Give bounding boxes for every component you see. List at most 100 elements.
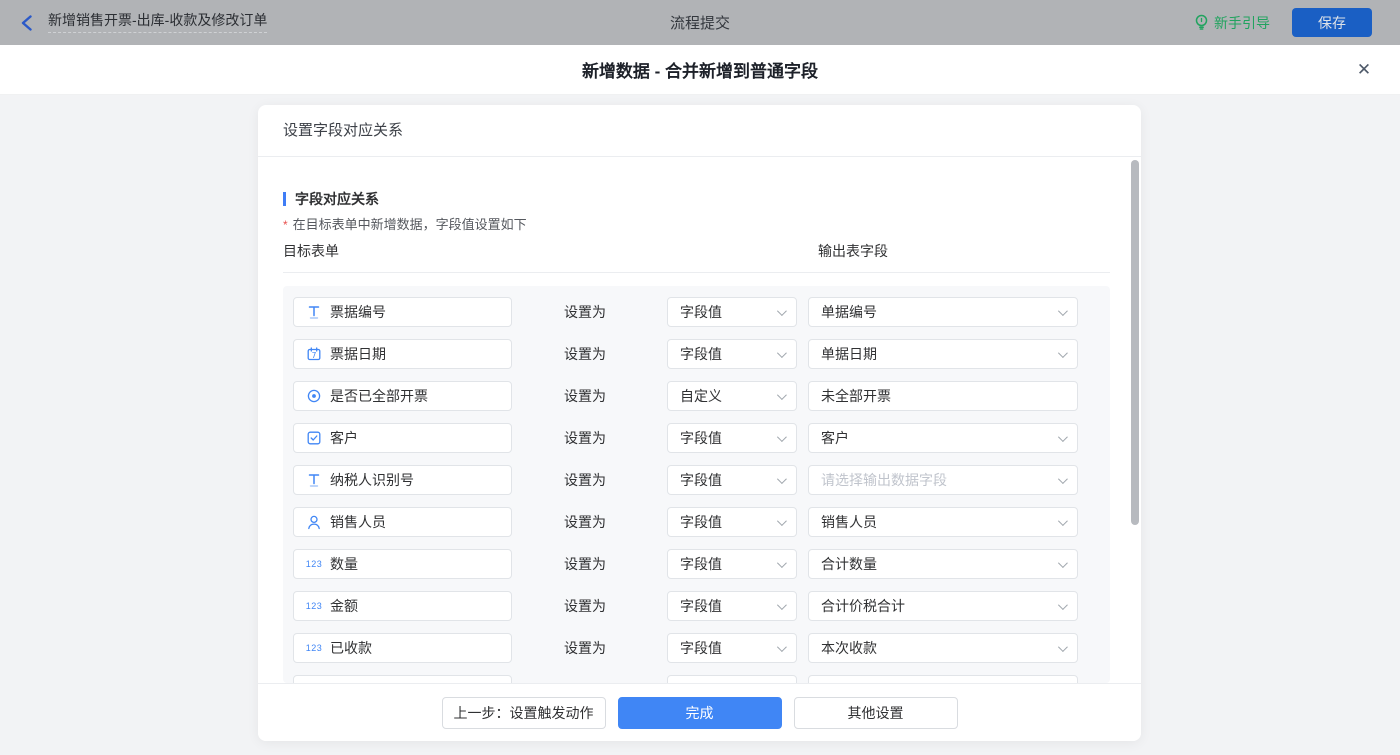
mode-select[interactable]: [667, 675, 797, 683]
output-field-value: 合计价税合计: [821, 598, 905, 614]
section-hint: * 在目标表单中新增数据，字段值设置如下: [283, 217, 527, 232]
number-field-icon: 123: [305, 643, 323, 653]
mode-select[interactable]: 字段值: [667, 633, 797, 663]
field-mapping-row: 7 票据日期 设置为 字段值 单据日期: [283, 339, 1110, 369]
output-field-value: 单据日期: [821, 346, 877, 362]
target-field-label: 销售人员: [330, 514, 386, 530]
section-accent-bar: [283, 192, 286, 206]
dialog-header: 新增数据 - 合并新增到普通字段 ✕: [0, 45, 1400, 95]
vertical-scrollbar-thumb[interactable]: [1131, 160, 1139, 525]
set-as-label: 设置为: [564, 598, 606, 614]
section-title: 字段对应关系: [283, 189, 379, 209]
output-field-select[interactable]: 本次收款: [808, 633, 1078, 663]
top-bar: 新增销售开票-出库-收款及修改订单 流程提交 新手引导 保存: [0, 0, 1400, 45]
target-field-box: 销售人员: [293, 507, 512, 537]
radio-field-icon: [306, 389, 322, 403]
save-button[interactable]: 保存: [1292, 8, 1372, 37]
field-mapping-row: 客户 设置为 字段值 客户: [283, 423, 1110, 453]
target-field-label: 纳税人识别号: [330, 472, 414, 488]
set-as-label: 设置为: [564, 430, 606, 446]
chevron-down-icon: [1057, 642, 1068, 653]
mode-select[interactable]: 自定义: [667, 381, 797, 411]
mode-select-value: 字段值: [680, 514, 722, 530]
output-field-value: 未全部开票: [821, 388, 891, 404]
target-field-box: 客户: [293, 423, 512, 453]
target-field-label: 是否已全部开票: [330, 388, 428, 404]
chevron-down-icon: [776, 348, 787, 359]
output-field-select[interactable]: [808, 675, 1078, 683]
card-footer: 上一步：设置触发动作 完成 其他设置: [258, 683, 1141, 741]
chevron-down-icon: [776, 516, 787, 527]
user-field-icon: [306, 515, 322, 530]
chevron-down-icon: [1057, 348, 1068, 359]
chevron-down-icon: [1057, 558, 1068, 569]
finish-button[interactable]: 完成: [617, 696, 782, 729]
mode-select[interactable]: 字段值: [667, 549, 797, 579]
prev-step-button[interactable]: 上一步：设置触发动作: [441, 696, 606, 729]
mode-select[interactable]: 字段值: [667, 339, 797, 369]
output-field-select[interactable]: 合计价税合计: [808, 591, 1078, 621]
mode-select-value: 字段值: [680, 472, 722, 488]
chevron-down-icon: [776, 642, 787, 653]
output-field-value: 销售人员: [821, 514, 877, 530]
column-header-target-form: 目标表单: [283, 243, 339, 259]
output-field-select[interactable]: 合计数量: [808, 549, 1078, 579]
output-field-select[interactable]: 请选择输出数据字段: [808, 465, 1078, 495]
field-mapping-row: [283, 675, 1110, 683]
chevron-down-icon: [1057, 516, 1068, 527]
chevron-down-icon: [1057, 474, 1068, 485]
beginner-guide-link[interactable]: 新手引导: [1194, 13, 1270, 33]
output-field-select[interactable]: 客户: [808, 423, 1078, 453]
output-field-value: 客户: [821, 430, 849, 446]
field-mapping-row: 123 已收款 设置为 字段值 本次收款: [283, 633, 1110, 663]
chevron-down-icon: [776, 306, 787, 317]
chevron-down-icon: [1057, 432, 1068, 443]
chevron-down-icon: [776, 558, 787, 569]
mode-select-value: 字段值: [680, 304, 722, 320]
mode-select[interactable]: 字段值: [667, 423, 797, 453]
custom-value-input[interactable]: 未全部开票: [808, 381, 1078, 411]
back-button[interactable]: [14, 11, 38, 35]
other-settings-button[interactable]: 其他设置: [793, 696, 958, 729]
close-icon[interactable]: ✕: [1352, 58, 1376, 82]
lightbulb-icon: [1195, 14, 1208, 30]
mode-select[interactable]: 字段值: [667, 297, 797, 327]
date-field-icon: 7: [306, 347, 322, 361]
chevron-down-icon: [1057, 600, 1068, 611]
target-field-box: 7 票据日期: [293, 339, 512, 369]
field-mapping-row: 123 金额 设置为 字段值 合计价税合计: [283, 591, 1110, 621]
output-field-value: 合计数量: [821, 556, 877, 572]
output-field-select[interactable]: 销售人员: [808, 507, 1078, 537]
target-field-label: 已收款: [330, 640, 372, 656]
mode-select[interactable]: 字段值: [667, 591, 797, 621]
target-field-label: 票据日期: [330, 346, 386, 362]
set-as-label: 设置为: [564, 640, 606, 656]
set-as-label: 设置为: [564, 388, 606, 404]
chevron-down-icon: [776, 390, 787, 401]
target-field-box: 123 已收款: [293, 633, 512, 663]
dialog-title: 新增数据 - 合并新增到普通字段: [581, 62, 819, 81]
output-field-select[interactable]: 单据编号: [808, 297, 1078, 327]
output-field-value: 单据编号: [821, 304, 877, 320]
chevron-left-icon: [21, 14, 32, 31]
target-field-box: 123 数量: [293, 549, 512, 579]
target-field-label: 票据编号: [330, 304, 386, 320]
header-divider: [283, 272, 1110, 273]
target-field-label: 金额: [330, 598, 358, 614]
number-field-icon: 123: [305, 601, 323, 611]
field-mapping-rows: 票据编号 设置为 字段值 单据编号 7 票据日期 设置为 字段值 单据日期 是否…: [283, 286, 1110, 683]
chevron-down-icon: [1057, 306, 1068, 317]
chevron-down-icon: [776, 474, 787, 485]
chevron-down-icon: [776, 432, 787, 443]
target-field-box: [293, 675, 512, 683]
set-as-label: 设置为: [564, 346, 606, 362]
target-field-box: 是否已全部开票: [293, 381, 512, 411]
output-field-select[interactable]: 单据日期: [808, 339, 1078, 369]
target-field-box: 123 金额: [293, 591, 512, 621]
set-as-label: 设置为: [564, 556, 606, 572]
target-field-box: 票据编号: [293, 297, 512, 327]
field-mapping-card: 设置字段对应关系 字段对应关系 * 在目标表单中新增数据，字段值设置如下 目标表单…: [258, 105, 1141, 741]
mode-select[interactable]: 字段值: [667, 507, 797, 537]
field-mapping-row: 票据编号 设置为 字段值 单据编号: [283, 297, 1110, 327]
mode-select[interactable]: 字段值: [667, 465, 797, 495]
